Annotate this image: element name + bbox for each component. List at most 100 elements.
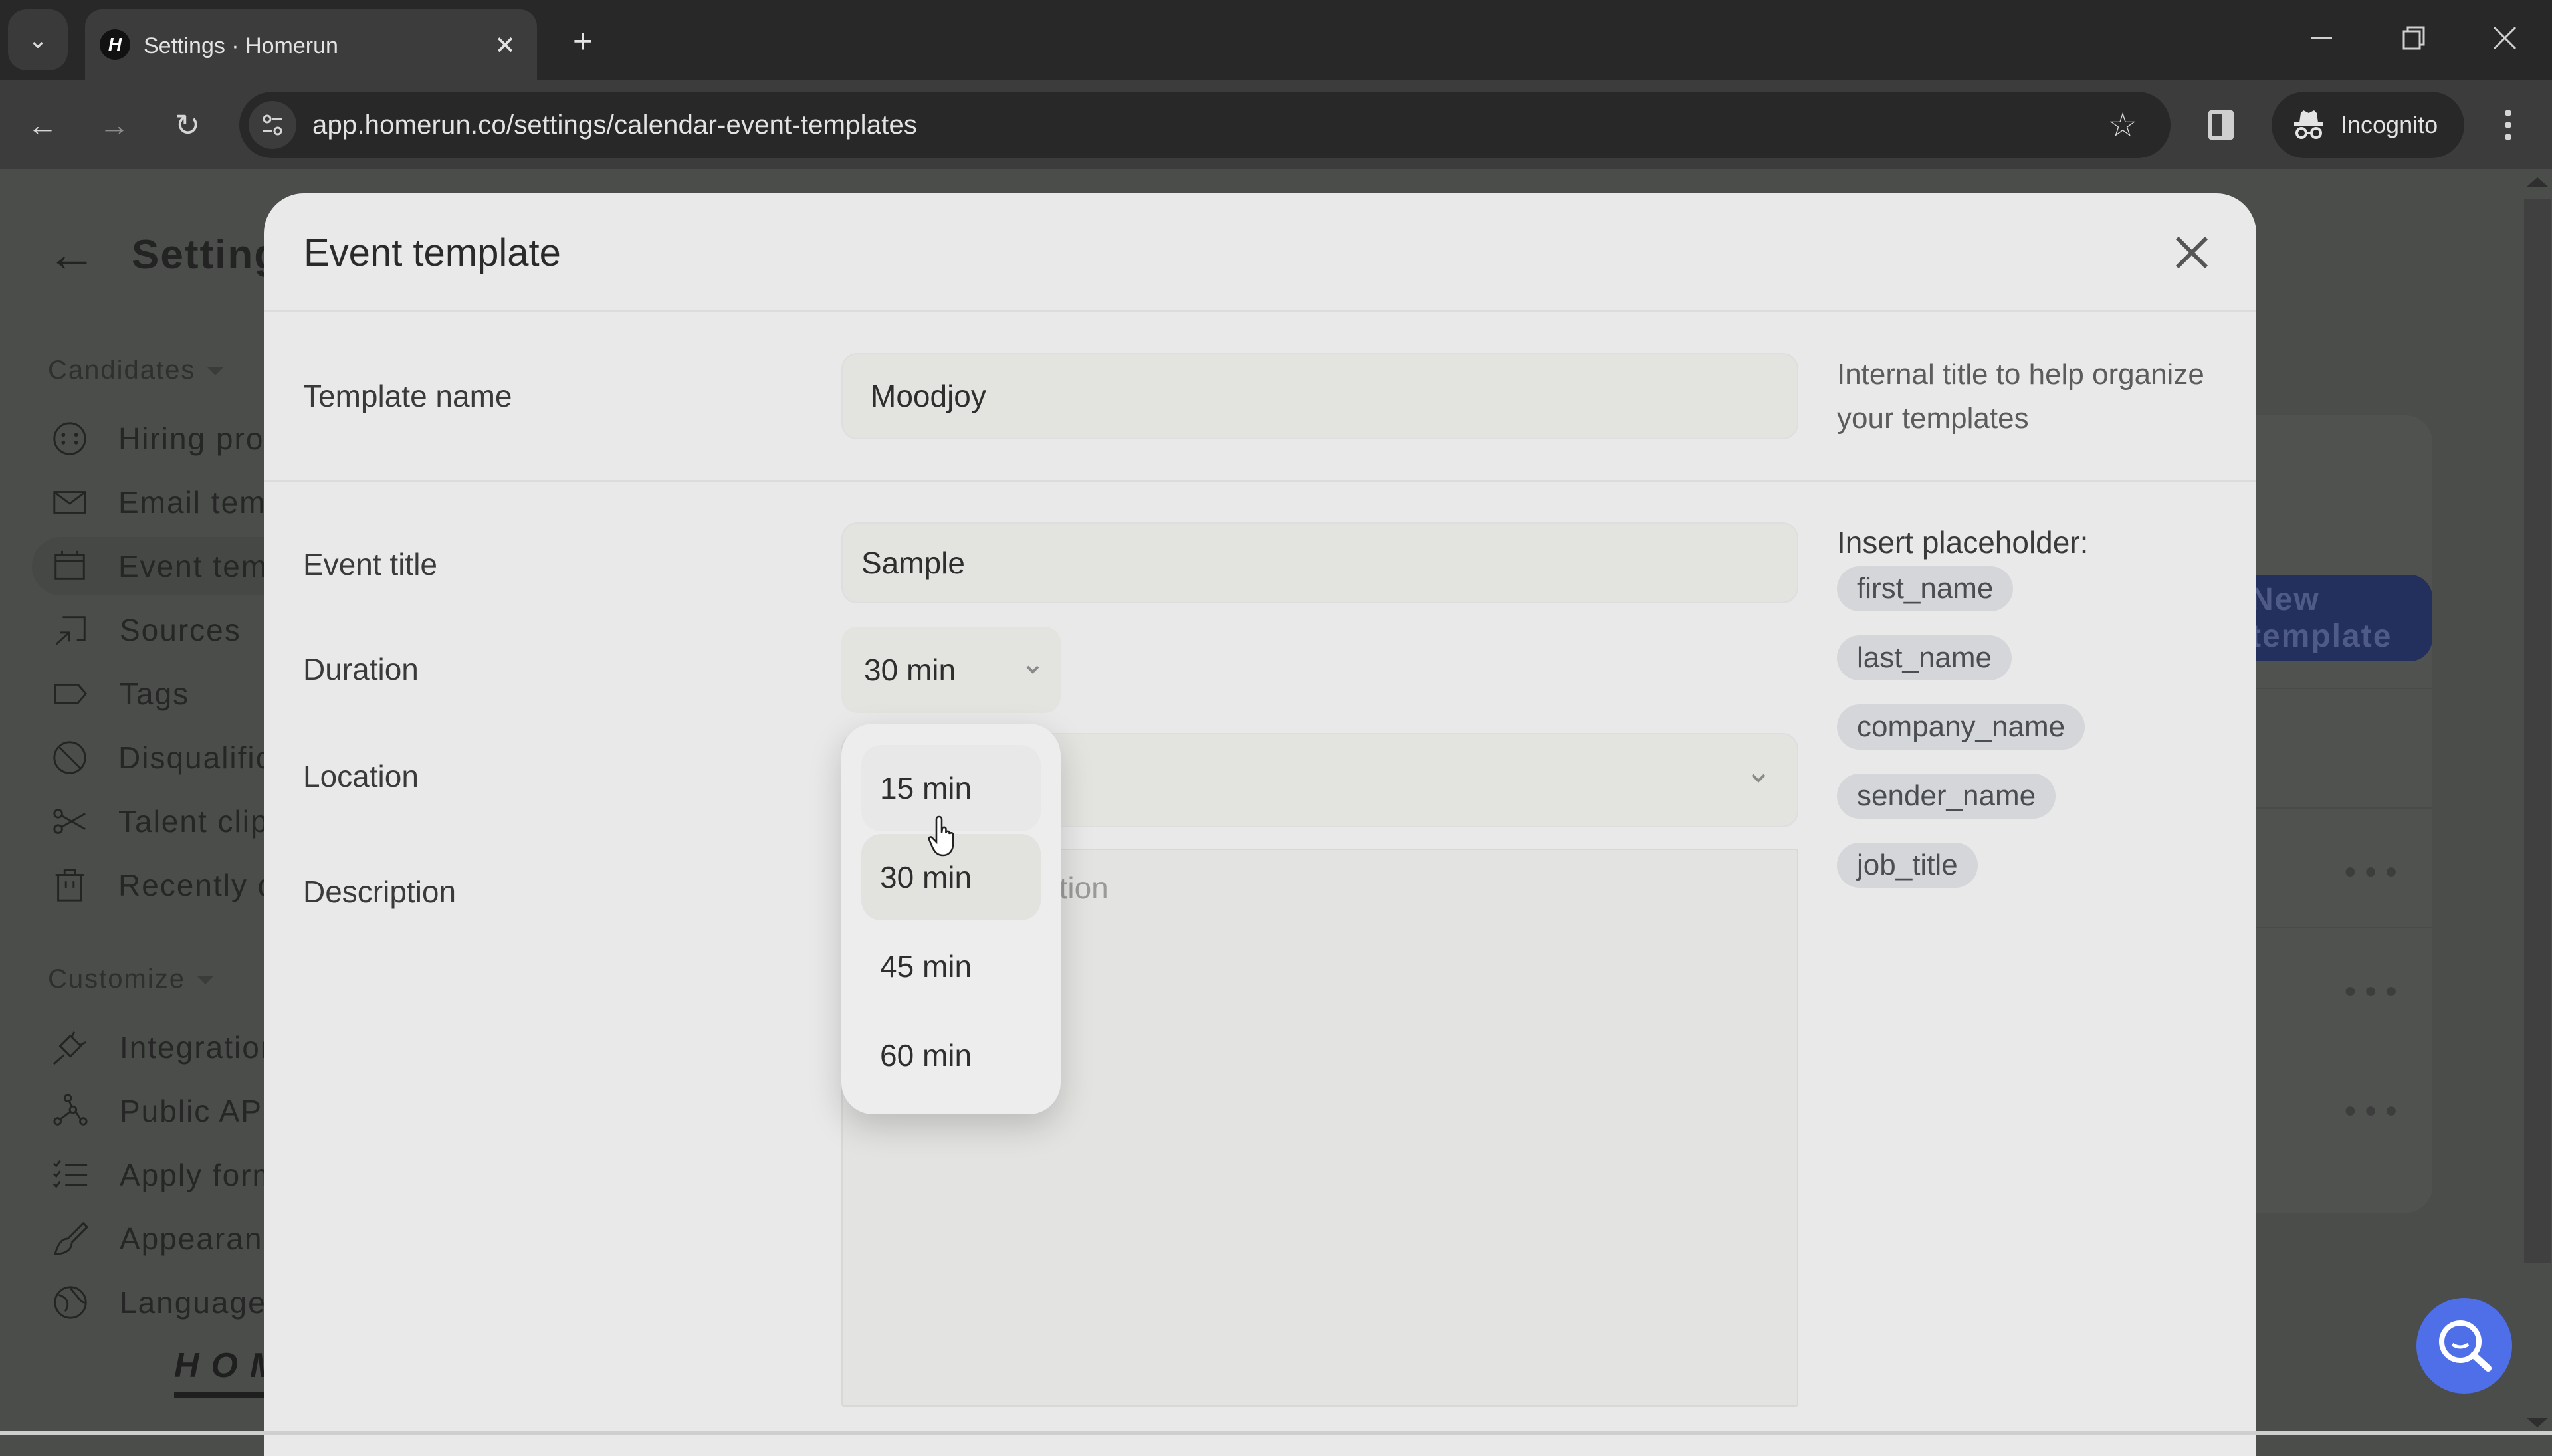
- duration-select[interactable]: 30 min: [841, 627, 1061, 713]
- tune-icon: [263, 114, 282, 136]
- sidebar-item-integrations[interactable]: Integrations: [32, 1018, 298, 1077]
- template-name-input[interactable]: Moodjoy: [841, 353, 1798, 439]
- brush-icon: [51, 1219, 90, 1259]
- arrow-right-icon: →: [99, 108, 130, 142]
- duration-option-45[interactable]: 45 min: [861, 923, 1041, 1009]
- back-button[interactable]: ←: [17, 100, 68, 150]
- window-restore-button[interactable]: [2385, 15, 2444, 61]
- bottom-edge: [0, 1431, 2552, 1435]
- more-horizontal-icon[interactable]: •••: [2345, 1093, 2406, 1130]
- sidebar-item-public-api[interactable]: Public API: [32, 1082, 298, 1140]
- incognito-icon: [2294, 110, 2323, 139]
- close-icon: [2175, 236, 2208, 269]
- ban-icon: [51, 738, 89, 778]
- sidebar-item-appearance[interactable]: Appearance: [32, 1209, 298, 1268]
- divider: [264, 480, 2256, 482]
- window-close-button[interactable]: [2475, 15, 2535, 61]
- window-minimize-button[interactable]: [2291, 15, 2351, 61]
- event-title-label: Event title: [303, 547, 437, 581]
- event-title-value: Sample: [861, 546, 965, 580]
- arrow-left-icon[interactable]: ←: [47, 229, 97, 280]
- site-info-button[interactable]: [249, 101, 296, 149]
- duration-option-15[interactable]: 15 min: [861, 745, 1041, 831]
- plug-icon: [51, 1027, 90, 1067]
- sidebar-item-apply-form[interactable]: Apply form: [32, 1146, 298, 1204]
- chevron-down-icon: ⌄: [27, 26, 49, 53]
- sidebar-item-language[interactable]: Language: [32, 1273, 298, 1332]
- duration-option-30[interactable]: 30 min: [861, 834, 1041, 920]
- plus-icon: +: [572, 22, 593, 60]
- location-label: Location: [303, 759, 419, 793]
- sources-icon: [51, 610, 90, 650]
- page-scrollbar[interactable]: [2521, 169, 2552, 1435]
- browser-toolbar: ← → ↻ app.homerun.co/settings/calendar-e…: [0, 80, 2552, 169]
- tag-icon: [51, 674, 90, 714]
- incognito-label: Incognito: [2341, 111, 2438, 138]
- settings-sidebar: ← Settings Candidates Hiring process Ema…: [0, 169, 472, 1435]
- close-icon: [2493, 26, 2517, 50]
- bookmark-star-button[interactable]: ☆: [2104, 106, 2141, 144]
- placeholder-chip-sender-name[interactable]: sender_name: [1837, 774, 2056, 819]
- restore-icon: [2402, 26, 2425, 50]
- calendar-icon: [51, 546, 89, 586]
- placeholder-chip-job-title[interactable]: job_title: [1837, 843, 1978, 888]
- modal-close-button[interactable]: [2169, 229, 2215, 276]
- chevron-down-icon: [1026, 665, 1039, 674]
- browser-tab-active[interactable]: H Settings · Homerun ✕: [85, 9, 537, 80]
- reload-button[interactable]: ↻: [162, 100, 213, 150]
- sidebar-item-email-templates[interactable]: Email templates: [32, 473, 354, 532]
- placeholder-chip-first-name[interactable]: first_name: [1837, 566, 2014, 611]
- placeholder-chip-last-name[interactable]: last_name: [1837, 635, 2012, 680]
- sidebar-section-candidates[interactable]: Candidates: [48, 356, 223, 385]
- reload-icon: ↻: [174, 108, 201, 142]
- sidebar-item-sources[interactable]: Sources: [32, 601, 298, 659]
- checklist-icon: [51, 1155, 90, 1195]
- scroll-up-arrow-icon[interactable]: [2527, 177, 2548, 187]
- event-title-input[interactable]: Sample: [841, 522, 1798, 603]
- forward-button[interactable]: →: [89, 100, 140, 150]
- sidebar-item-recently-deleted[interactable]: Recently deleted: [32, 856, 366, 914]
- scroll-down-arrow-icon[interactable]: [2527, 1418, 2548, 1427]
- duration-label: Duration: [303, 652, 419, 686]
- homerun-favicon-icon: H: [100, 29, 130, 60]
- placeholder-chip-company-name[interactable]: company_name: [1837, 704, 2085, 750]
- arrow-left-icon: ←: [27, 108, 58, 142]
- tab-search-button[interactable]: ⌄: [8, 9, 68, 70]
- more-horizontal-icon[interactable]: •••: [2345, 974, 2406, 1010]
- close-icon: ✕: [494, 31, 516, 60]
- sidebar-item-hiring-process[interactable]: Hiring process: [32, 409, 331, 468]
- insert-placeholder-label: Insert placeholder:: [1837, 525, 2089, 560]
- browser-menu-button[interactable]: [2488, 100, 2528, 150]
- sidebar-item-tags[interactable]: Tags: [32, 665, 298, 723]
- template-name-value: Moodjoy: [871, 379, 986, 413]
- more-vert-dot: [2505, 122, 2511, 128]
- side-panel-button[interactable]: [2200, 104, 2242, 146]
- incognito-indicator[interactable]: Incognito: [2272, 92, 2464, 158]
- chevron-down-icon: [1751, 774, 1766, 783]
- star-icon: ☆: [2107, 106, 2138, 144]
- sidebar-item-talent-clipper[interactable]: Talent clipper: [32, 792, 316, 851]
- more-horizontal-icon[interactable]: •••: [2345, 854, 2406, 890]
- event-template-modal: Event template Template name Moodjoy Int…: [264, 193, 2256, 1456]
- duration-dropdown-menu: 15 min 30 min 45 min 60 min: [841, 724, 1061, 1114]
- browser-tab-bar: ⌄ H Settings · Homerun ✕ +: [0, 0, 2552, 80]
- search-icon: [2439, 1320, 2492, 1372]
- scrollbar-thumb[interactable]: [2524, 199, 2551, 1263]
- new-tab-button[interactable]: +: [560, 21, 606, 61]
- url-text[interactable]: app.homerun.co/settings/calendar-event-t…: [312, 110, 917, 140]
- tab-close-button[interactable]: ✕: [488, 28, 522, 62]
- tab-title: Settings · Homerun: [144, 33, 338, 58]
- sidebar-item-label: Apply form: [120, 1158, 279, 1192]
- sidebar-item-event-templates[interactable]: Event templates: [32, 537, 356, 595]
- sidebar-item-label: Language: [120, 1285, 266, 1320]
- duration-option-60[interactable]: 60 min: [861, 1012, 1041, 1098]
- modal-title: Event template: [304, 231, 561, 274]
- api-icon: [51, 1091, 90, 1131]
- sidebar-item-disqualification[interactable]: Disqualification reasons: [32, 728, 472, 787]
- scissors-icon: [51, 801, 89, 841]
- address-bar[interactable]: app.homerun.co/settings/calendar-event-t…: [239, 92, 2171, 158]
- help-search-button[interactable]: [2416, 1298, 2512, 1394]
- sidebar-item-label: Sources: [120, 613, 241, 647]
- sidebar-section-customize[interactable]: Customize: [48, 964, 213, 994]
- more-vert-dot: [2505, 134, 2511, 140]
